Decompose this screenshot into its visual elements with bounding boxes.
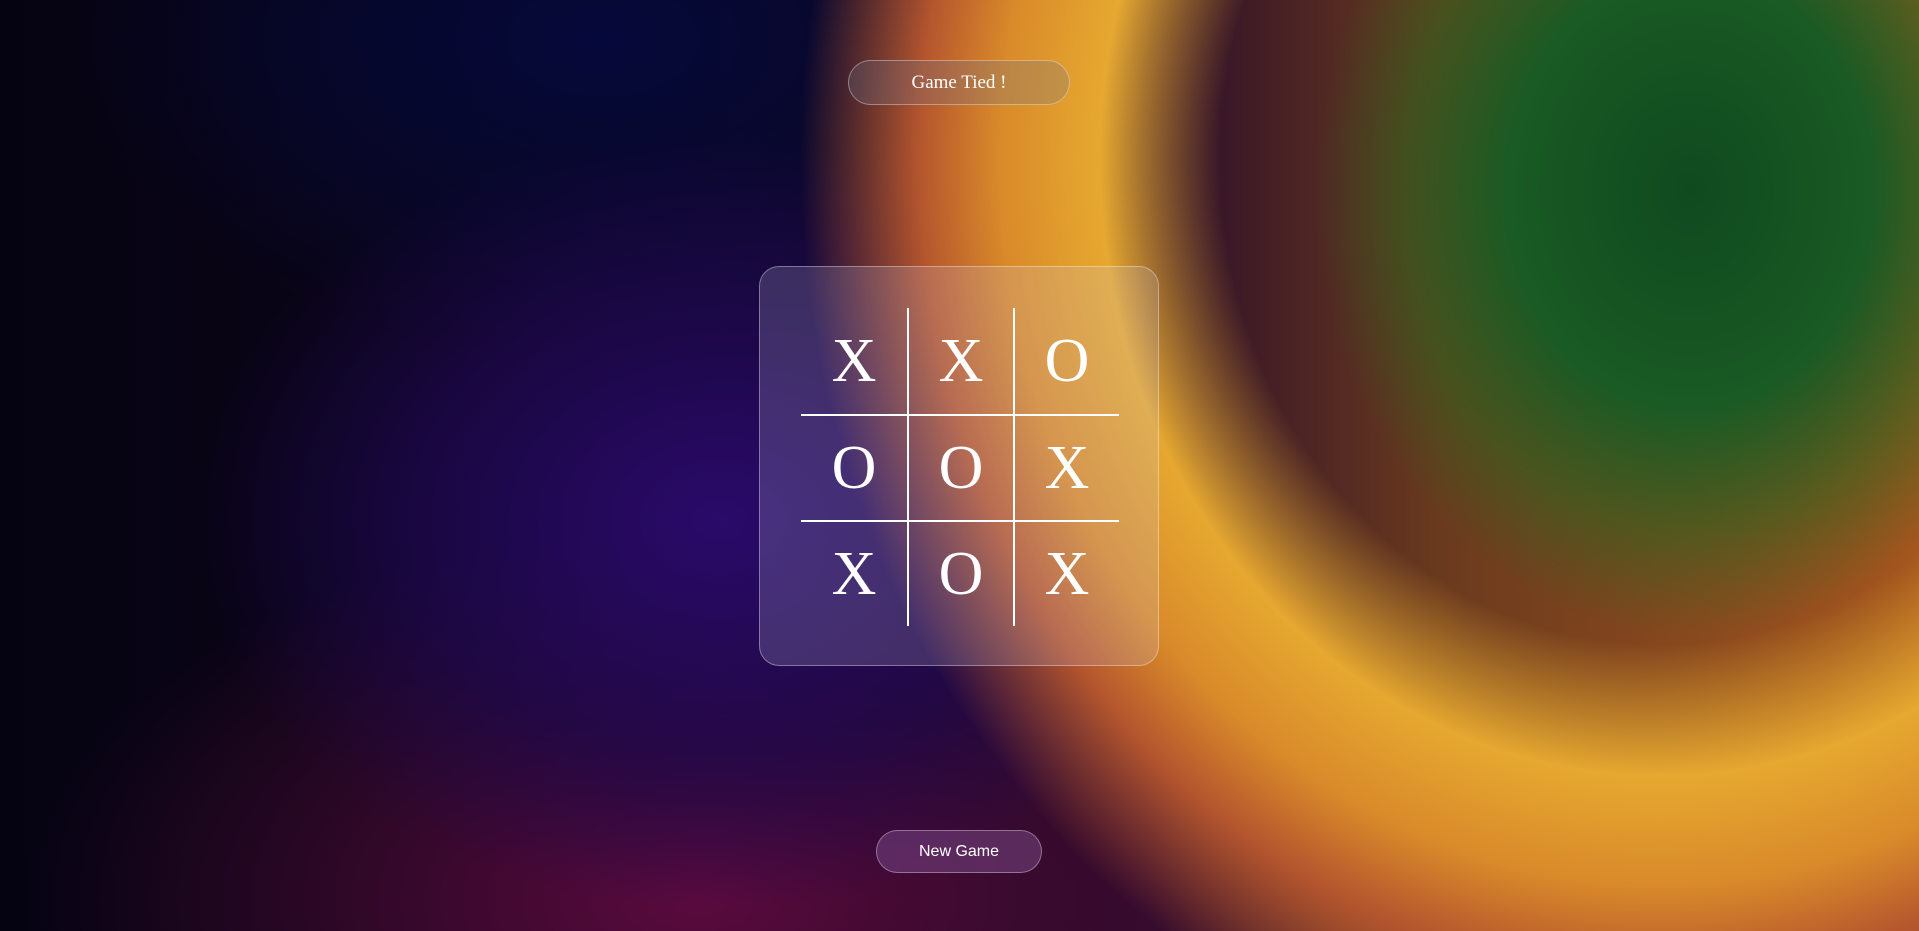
board-cell-r1c3[interactable]: O [1013,308,1119,414]
board-cell-r2c2[interactable]: O [907,414,1013,520]
new-game-button-label: New Game [918,842,1000,860]
board-cell-r3c1[interactable]: X [801,520,907,626]
board-cell-r3c2[interactable]: O [907,520,1013,626]
game-status-banner: Game Tied ! [848,60,1070,105]
game-status-text: Game Tied ! [911,71,1007,93]
board-cell-r2c3[interactable]: X [1013,414,1119,520]
game-board: X X O O O X X O X [801,308,1119,626]
new-game-button[interactable]: New Game [876,830,1042,873]
game-board-panel: X X O O O X X O X [759,266,1159,666]
board-cell-r3c3[interactable]: X [1013,520,1119,626]
board-cell-r2c1[interactable]: O [801,414,907,520]
board-cell-r1c1[interactable]: X [801,308,907,414]
board-cell-r1c2[interactable]: X [907,308,1013,414]
